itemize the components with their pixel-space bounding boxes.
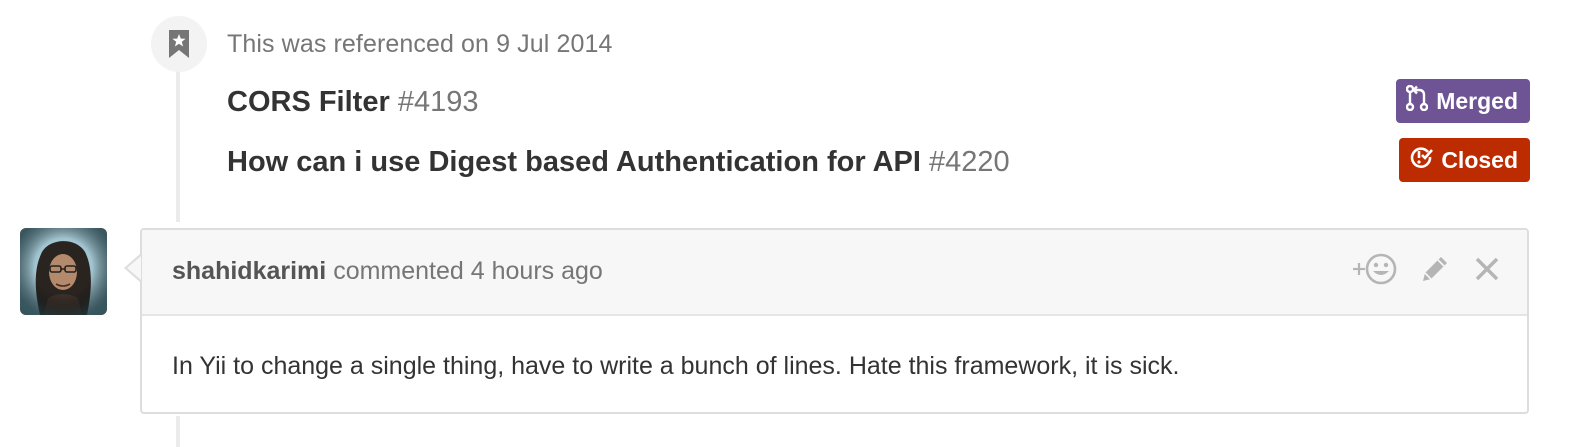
reference-number[interactable]: #4220: [929, 146, 1010, 178]
reference-title[interactable]: CORS Filter: [227, 86, 390, 118]
comment-time[interactable]: 4 hours ago: [471, 257, 603, 285]
avatar[interactable]: [20, 228, 107, 315]
comment-body: In Yii to change a single thing, have to…: [172, 352, 1180, 380]
state-label-text: Merged: [1436, 87, 1518, 114]
merged-state-badge: Merged: [1396, 79, 1530, 123]
comment-pointer-fill: [127, 256, 141, 280]
comment-action: commented: [333, 257, 464, 285]
comment-header: shahidkarimi commented 4 hours ago: [142, 230, 1527, 316]
state-label-text: Closed: [1441, 146, 1518, 173]
comment-meta: shahidkarimi commented 4 hours ago: [172, 257, 603, 286]
timeline-line: [176, 60, 180, 222]
timeline-event-text: This was referenced on 9 Jul 2014: [227, 30, 613, 58]
close-icon[interactable]: [1473, 255, 1501, 283]
git-merge-icon: [1406, 84, 1429, 117]
reference-item[interactable]: CORS Filter #4193: [227, 86, 478, 119]
timeline: This was referenced on 9 Jul 2014 CORS F…: [0, 0, 1578, 447]
reference-title[interactable]: How can i use Digest based Authenticatio…: [227, 146, 921, 178]
comment-author[interactable]: shahidkarimi: [172, 257, 326, 285]
comment: shahidkarimi commented 4 hours ago In Yi…: [140, 228, 1529, 414]
comment-actions: [1351, 252, 1501, 286]
pencil-icon[interactable]: [1419, 253, 1451, 285]
add-reaction-icon[interactable]: [1351, 252, 1397, 286]
issue-closed-icon: [1409, 145, 1434, 175]
reference-item[interactable]: How can i use Digest based Authenticatio…: [227, 146, 1010, 179]
bookmark-icon: [151, 16, 207, 72]
closed-state-badge: Closed: [1399, 138, 1530, 182]
timeline-line: [176, 416, 180, 447]
reference-number[interactable]: #4193: [398, 86, 479, 118]
